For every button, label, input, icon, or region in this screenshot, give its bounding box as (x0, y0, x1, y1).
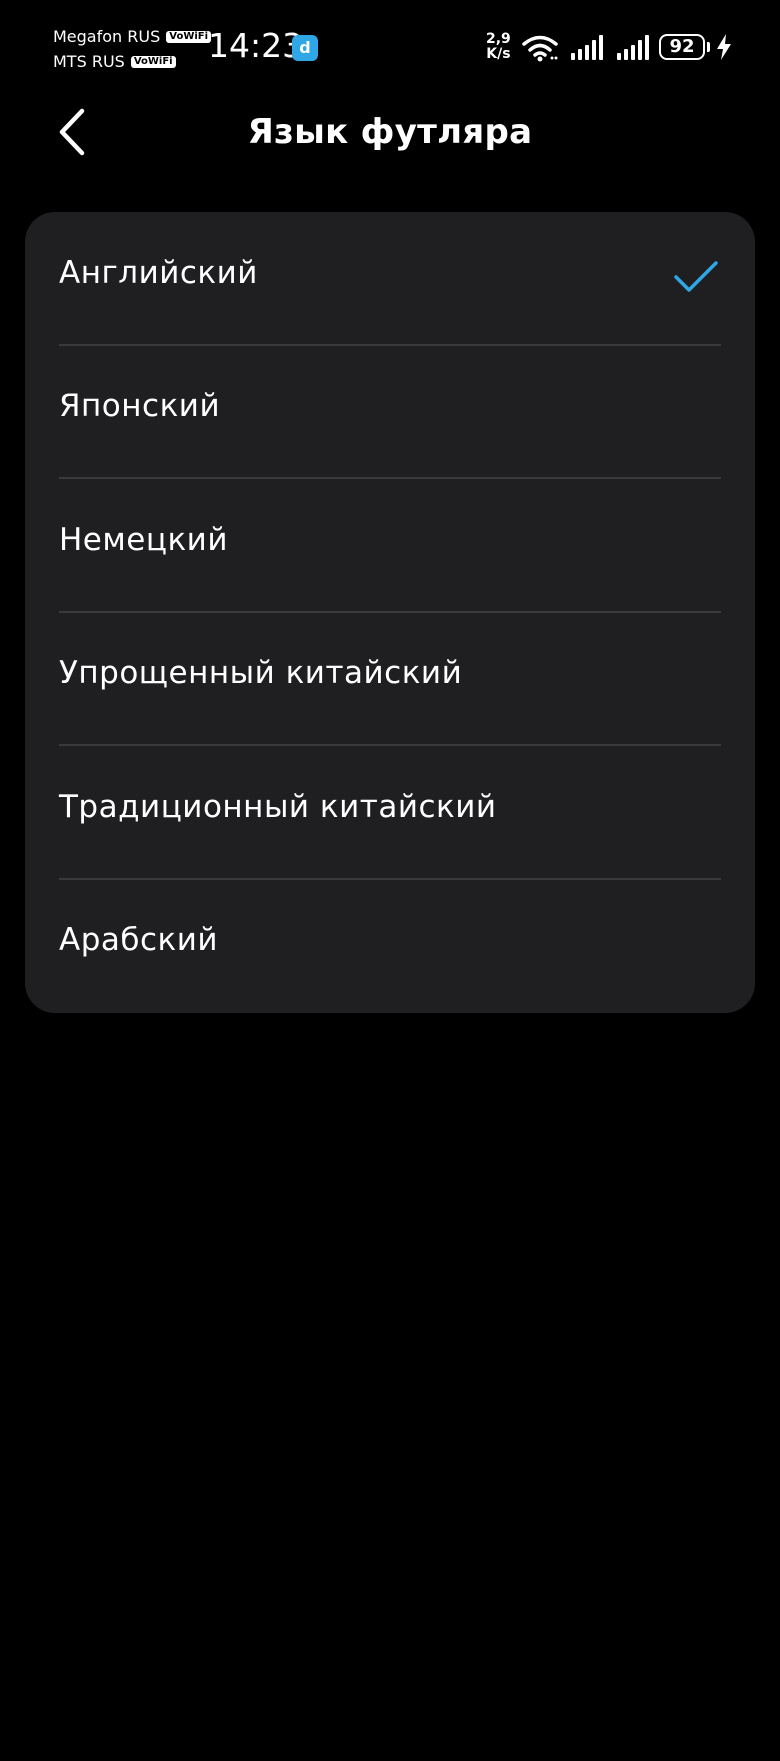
network-speed-value: 2,9 (486, 31, 511, 47)
carrier-2-name: MTS RUS (53, 52, 125, 71)
status-clock: 14:23 (208, 26, 304, 65)
network-speed: 2,9 K/s (486, 32, 511, 62)
notification-app-icon: d (292, 35, 318, 61)
battery-icon: 92 (659, 34, 705, 60)
language-list: Английский Японский Немецкий Упрощенный … (25, 212, 755, 1013)
page-title: Язык футляра (247, 112, 533, 152)
language-option-traditional-chinese[interactable]: Традиционный китайский (25, 746, 755, 880)
language-option-german[interactable]: Немецкий (25, 479, 755, 613)
language-option-label: Немецкий (59, 521, 228, 558)
battery-terminal (707, 42, 710, 52)
vowifi-badge: VoWiFi (166, 30, 212, 43)
battery-level: 92 (669, 36, 695, 57)
vowifi-badge: VoWiFi (130, 55, 176, 68)
charging-bolt-icon (717, 34, 731, 60)
signal-icon (617, 35, 649, 60)
carrier-1-name: Megafon RUS (53, 27, 161, 46)
language-option-label: Традиционный китайский (59, 788, 497, 825)
language-option-english[interactable]: Английский (25, 212, 755, 346)
language-option-label: Арабский (59, 922, 219, 959)
carrier-info: Megafon RUS VoWiFi MTS RUS VoWiFi (53, 24, 212, 74)
language-option-simplified-chinese[interactable]: Упрощенный китайский (25, 613, 755, 746)
language-option-label: Английский (59, 254, 258, 291)
signal-icon (571, 35, 603, 60)
language-option-label: Японский (59, 388, 221, 425)
checkmark-icon (674, 261, 718, 292)
status-bar: Megafon RUS VoWiFi MTS RUS VoWiFi 14:23 … (0, 0, 780, 96)
network-speed-unit: K/s (486, 46, 511, 62)
language-option-arabic[interactable]: Арабский (25, 880, 755, 1014)
language-option-label: Упрощенный китайский (59, 655, 463, 692)
language-option-japanese[interactable]: Японский (25, 346, 755, 479)
wifi-icon (522, 35, 558, 62)
